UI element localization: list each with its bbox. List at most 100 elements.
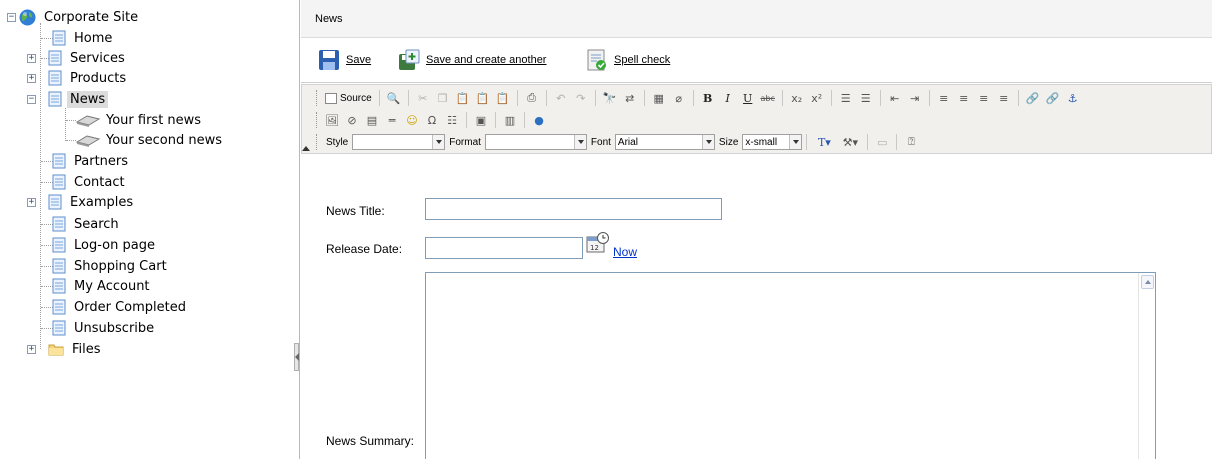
chevron-down-icon [701, 135, 714, 149]
justify-icon[interactable]: ≡ [995, 89, 1013, 107]
tree-item-second-news[interactable]: Your second news [75, 130, 225, 150]
font-select[interactable]: Arial [614, 134, 715, 150]
bold-icon[interactable]: B [699, 89, 717, 107]
save-and-create-another-button[interactable]: Save and create another [398, 49, 546, 71]
flash-icon[interactable]: ⊘ [343, 111, 361, 129]
about-icon[interactable]: ● [530, 111, 548, 129]
text-color-icon[interactable]: T▾ [812, 133, 836, 151]
page-break-icon[interactable]: ☷ [443, 111, 461, 129]
tree-item-home[interactable]: Home [52, 28, 115, 48]
tree-item-files[interactable]: + Files [27, 339, 104, 359]
expand-icon[interactable]: + [27, 197, 36, 207]
remove-format-icon[interactable]: ⌀ [670, 89, 688, 107]
tree-item-my-account[interactable]: My Account [52, 276, 153, 296]
size-select[interactable]: x-small [742, 134, 803, 150]
align-left-icon[interactable]: ≡ [935, 89, 953, 107]
align-right-icon[interactable]: ≡ [975, 89, 993, 107]
save-label: Save [346, 54, 372, 66]
smiley-icon[interactable]: ☺ [403, 111, 421, 129]
tree-item-label: Shopping Cart [74, 258, 167, 274]
tree-item-unsubscribe[interactable]: Unsubscribe [52, 318, 157, 338]
print-icon[interactable]: ⎙ [523, 89, 541, 107]
blocks-icon[interactable]: ▭ [873, 133, 891, 151]
table-icon[interactable]: ▤ [363, 111, 381, 129]
tree-item-services[interactable]: + Services [27, 48, 128, 68]
expand-icon[interactable]: + [27, 344, 36, 354]
tree-item-label: My Account [74, 278, 150, 294]
calendar-icon[interactable]: 12 [586, 232, 610, 254]
italic-icon[interactable]: I [719, 89, 737, 107]
special-char-icon[interactable]: Ω [423, 111, 441, 129]
source-button[interactable]: Source [325, 92, 372, 104]
anchor-icon[interactable]: ⚓ [1064, 89, 1082, 107]
tree-item-logon[interactable]: Log-on page [52, 235, 158, 255]
preview-icon[interactable]: 🔍 [385, 89, 403, 107]
tree-item-shopping-cart[interactable]: Shopping Cart [52, 256, 170, 276]
tree-item-partners[interactable]: Partners [52, 151, 131, 171]
style-select[interactable] [352, 134, 446, 150]
rich-text-toolbar: Source 🔍 ✂ ❐ 📋 📋 📋 ⎙ ↶ ↷ 🔭 ⇄ ▦ ⌀ B I U a… [301, 84, 1212, 154]
subscript-icon[interactable]: x₂ [788, 89, 806, 107]
tree-item-label: Products [70, 70, 127, 86]
find-icon[interactable]: 🔭 [601, 89, 619, 107]
template-icon[interactable]: ▥ [501, 111, 519, 129]
link-icon[interactable]: 🔗 [1024, 89, 1042, 107]
spell-check-button[interactable]: Spell check [586, 49, 670, 71]
tree-item-examples[interactable]: + Examples [27, 192, 136, 212]
underline-icon[interactable]: U [739, 89, 757, 107]
undo-icon[interactable]: ↶ [552, 89, 570, 107]
expand-icon[interactable]: + [27, 73, 36, 83]
paste-text-icon[interactable]: 📋 [474, 89, 492, 107]
page-icon [48, 70, 62, 86]
paste-word-icon[interactable]: 📋 [494, 89, 512, 107]
news-summary-textarea[interactable] [425, 272, 1156, 459]
superscript-icon[interactable]: x² [808, 89, 826, 107]
news-title-input[interactable] [425, 198, 722, 220]
bulleted-list-icon[interactable]: ☰ [857, 89, 875, 107]
format-select[interactable] [484, 134, 587, 150]
collapse-toolbar-icon[interactable] [302, 146, 310, 151]
news-form: News Title: Release Date: 12 Now News Su… [301, 155, 1212, 459]
save-button[interactable]: Save [318, 49, 371, 71]
scroll-up-icon[interactable] [1141, 275, 1154, 289]
globe-icon [19, 9, 36, 25]
form-icon[interactable]: ▣ [472, 111, 490, 129]
align-center-icon[interactable]: ≡ [955, 89, 973, 107]
tree-item-search[interactable]: Search [52, 214, 122, 234]
news-summary-label: News Summary: [326, 434, 415, 448]
panel-splitter[interactable] [292, 0, 300, 459]
tree-root[interactable]: − Corporate Site [7, 7, 141, 27]
background-color-icon[interactable]: ⚒▾ [838, 133, 862, 151]
collapse-icon[interactable]: − [7, 12, 16, 22]
svg-text:12: 12 [590, 244, 599, 252]
select-all-icon[interactable]: ▦ [650, 89, 668, 107]
collapse-icon[interactable]: − [27, 94, 36, 104]
image-icon[interactable]: 🖼 [323, 111, 341, 129]
expand-icon[interactable]: + [27, 53, 36, 63]
size-label: Size [718, 136, 739, 148]
help-icon[interactable]: ⍰ [902, 133, 920, 151]
tree-item-order-completed[interactable]: Order Completed [52, 297, 189, 317]
tree-item-first-news[interactable]: Your first news [75, 110, 204, 130]
horizontal-rule-icon[interactable]: ═ [383, 111, 401, 129]
numbered-list-icon[interactable]: ☰ [837, 89, 855, 107]
page-icon [52, 299, 66, 315]
unlink-icon[interactable]: 🔗 [1044, 89, 1062, 107]
now-link[interactable]: Now [613, 245, 637, 259]
strikethrough-icon[interactable]: abc [759, 89, 777, 107]
cut-icon[interactable]: ✂ [414, 89, 432, 107]
tree-item-news[interactable]: − News [27, 89, 109, 109]
release-date-input[interactable] [425, 237, 583, 259]
redo-icon[interactable]: ↷ [572, 89, 590, 107]
outdent-icon[interactable]: ⇤ [886, 89, 904, 107]
tree-item-products[interactable]: + Products [27, 68, 129, 88]
indent-icon[interactable]: ⇥ [906, 89, 924, 107]
paste-icon[interactable]: 📋 [454, 89, 472, 107]
tree-item-label: Partners [74, 153, 129, 169]
tree-item-contact[interactable]: Contact [52, 172, 128, 192]
page-header: News [301, 0, 1212, 38]
replace-icon[interactable]: ⇄ [621, 89, 639, 107]
summary-scrollbar[interactable] [1138, 273, 1155, 459]
collapse-panel-handle[interactable] [294, 343, 299, 371]
copy-icon[interactable]: ❐ [434, 89, 452, 107]
